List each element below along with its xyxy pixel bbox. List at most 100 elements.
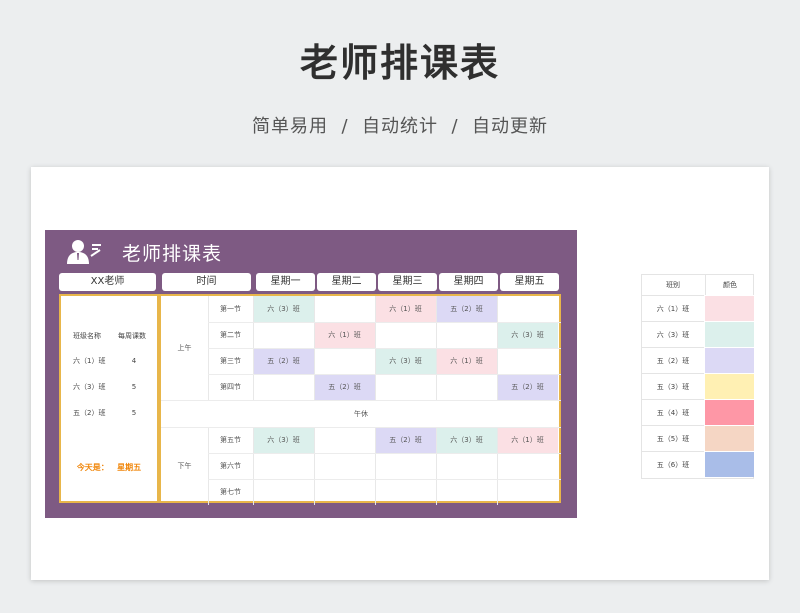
schedule-cell[interactable]	[497, 453, 558, 479]
hero-title: 老师排课表	[299, 41, 500, 85]
morning-label: 上午	[177, 344, 192, 352]
afternoon-label: 下午	[177, 462, 192, 470]
schedule-cell[interactable]: 五（2）班	[436, 296, 497, 322]
schedule-cell[interactable]	[314, 453, 375, 479]
legend-color-swatch	[705, 321, 754, 347]
legend-color-swatch	[705, 373, 754, 399]
col-weekly-count: 每周课数	[118, 332, 146, 340]
period-label: 第三节	[220, 357, 241, 365]
grid-line	[375, 427, 376, 505]
grid-line	[208, 479, 561, 480]
schedule-cell[interactable]	[436, 322, 497, 348]
legend-class-name: 六（1）班	[642, 295, 704, 321]
schedule-cell[interactable]	[436, 479, 497, 505]
grid-line	[436, 427, 437, 505]
schedule-cell[interactable]	[436, 374, 497, 400]
legend-color-swatch	[705, 295, 754, 321]
schedule-cell[interactable]	[375, 322, 436, 348]
schedule-cell[interactable]: 六（1）班	[497, 427, 558, 453]
schedule-grid: 上午 下午 午休 第一节 六（3）班 六（1）班 五（2）班 第二节 六（1）班 六（3）班 第三节…	[159, 294, 561, 505]
legend-color-swatch	[705, 347, 754, 373]
schedule-cell[interactable]: 六（3）班	[375, 348, 436, 374]
schedule-cell[interactable]	[375, 453, 436, 479]
teacher-class-row: 五（2）班 5	[73, 408, 149, 418]
grid-line	[208, 427, 209, 505]
teacher-col-headers: 班级名称 每周课数	[73, 331, 149, 341]
period-label: 第二节	[220, 331, 241, 339]
teacher-class-row: 六（3）班 5	[73, 382, 149, 392]
schedule-cell[interactable]	[253, 374, 314, 400]
period-label: 第七节	[220, 488, 241, 496]
grid-line	[161, 427, 561, 428]
teacher-class-count: 5	[131, 409, 137, 417]
teacher-icon	[67, 240, 101, 264]
teacher-class-count: 5	[131, 383, 137, 391]
schedule-cell[interactable]	[497, 348, 558, 374]
today-value: 星期五	[117, 463, 142, 472]
panel-title: 老师排课表	[122, 243, 223, 265]
legend-color-swatch	[705, 399, 754, 425]
legend-class-name: 五（5）班	[642, 425, 704, 451]
grid-line	[497, 427, 498, 505]
legend-color-swatch	[705, 425, 754, 451]
day-header-fri: 星期五	[500, 273, 559, 291]
schedule-cell[interactable]: 五（2）班	[375, 427, 436, 453]
grid-line	[253, 427, 254, 505]
grid-line	[314, 427, 315, 505]
period-label: 第六节	[220, 462, 241, 470]
schedule-cell[interactable]	[375, 374, 436, 400]
period-label: 第五节	[220, 436, 241, 444]
teacher-class-name: 六（3）班	[73, 383, 106, 391]
schedule-cell[interactable]	[253, 453, 314, 479]
schedule-cell[interactable]	[314, 348, 375, 374]
lunch-break-label: 午休	[354, 409, 368, 418]
today-label: 今天是：	[76, 463, 109, 472]
period-label: 第四节	[220, 383, 241, 391]
legend-class-name: 五（3）班	[642, 373, 704, 399]
col-class-name: 班级名称	[73, 332, 101, 340]
schedule-cell[interactable]: 五（2）班	[497, 374, 558, 400]
schedule-cell[interactable]: 六（3）班	[436, 427, 497, 453]
teacher-info-box: 班级名称 每周课数 六（1）班 4 六（3）班 5 五（2）班 5 今天是： 星…	[59, 294, 159, 503]
schedule-cell[interactable]	[314, 427, 375, 453]
color-legend: 班别 颜色 六（1）班 六（3）班 五（2）班 五（3）班 五（4）班 五（5）班 五（6）…	[641, 274, 754, 479]
legend-class-name: 五（4）班	[642, 399, 704, 425]
grid-line	[208, 348, 561, 349]
teacher-class-name: 六（1）班	[73, 357, 106, 365]
period-label: 第一节	[220, 305, 241, 313]
grid-line	[161, 400, 561, 401]
schedule-cell[interactable]: 六（1）班	[436, 348, 497, 374]
schedule-cell[interactable]: 五（2）班	[314, 374, 375, 400]
today-indicator: 今天是： 星期五	[61, 462, 157, 473]
day-header-mon: 星期一	[256, 273, 315, 291]
schedule-cell[interactable]	[253, 479, 314, 505]
hero-subtitle: 简单易用 / 自动统计 / 自动更新	[252, 116, 548, 137]
schedule-cell[interactable]: 六（1）班	[375, 296, 436, 322]
schedule-cell[interactable]	[314, 479, 375, 505]
spreadsheet-sheet: 老师排课表 XX老师 时间 星期一 星期二 星期三 星期四 星期五 班级名称 每…	[31, 167, 769, 580]
legend-class-name: 五（6）班	[642, 451, 704, 477]
schedule-panel: 老师排课表 XX老师 时间 星期一 星期二 星期三 星期四 星期五 班级名称 每…	[45, 230, 577, 518]
schedule-cell[interactable]	[253, 322, 314, 348]
schedule-cell[interactable]: 六（3）班	[497, 322, 558, 348]
legend-class-name: 六（3）班	[642, 321, 704, 347]
schedule-cell[interactable]	[497, 296, 558, 322]
teacher-header: XX老师	[59, 273, 156, 291]
schedule-cell[interactable]	[497, 479, 558, 505]
time-header: 时间	[162, 273, 251, 291]
schedule-cell[interactable]: 六（1）班	[314, 322, 375, 348]
day-header-wed: 星期三	[378, 273, 437, 291]
teacher-class-count: 4	[131, 357, 137, 365]
day-header-thu: 星期四	[439, 273, 498, 291]
schedule-cell[interactable]	[436, 453, 497, 479]
schedule-cell[interactable]: 六（3）班	[253, 296, 314, 322]
legend-col-class: 班别	[666, 281, 680, 289]
legend-color-swatch	[705, 451, 754, 477]
schedule-cell[interactable]	[375, 479, 436, 505]
schedule-cell[interactable]: 六（3）班	[253, 427, 314, 453]
legend-col-color: 颜色	[705, 275, 754, 295]
grid-line	[208, 322, 561, 323]
schedule-cell[interactable]: 五（2）班	[253, 348, 314, 374]
schedule-cell[interactable]	[314, 296, 375, 322]
legend-class-name: 五（2）班	[642, 347, 704, 373]
